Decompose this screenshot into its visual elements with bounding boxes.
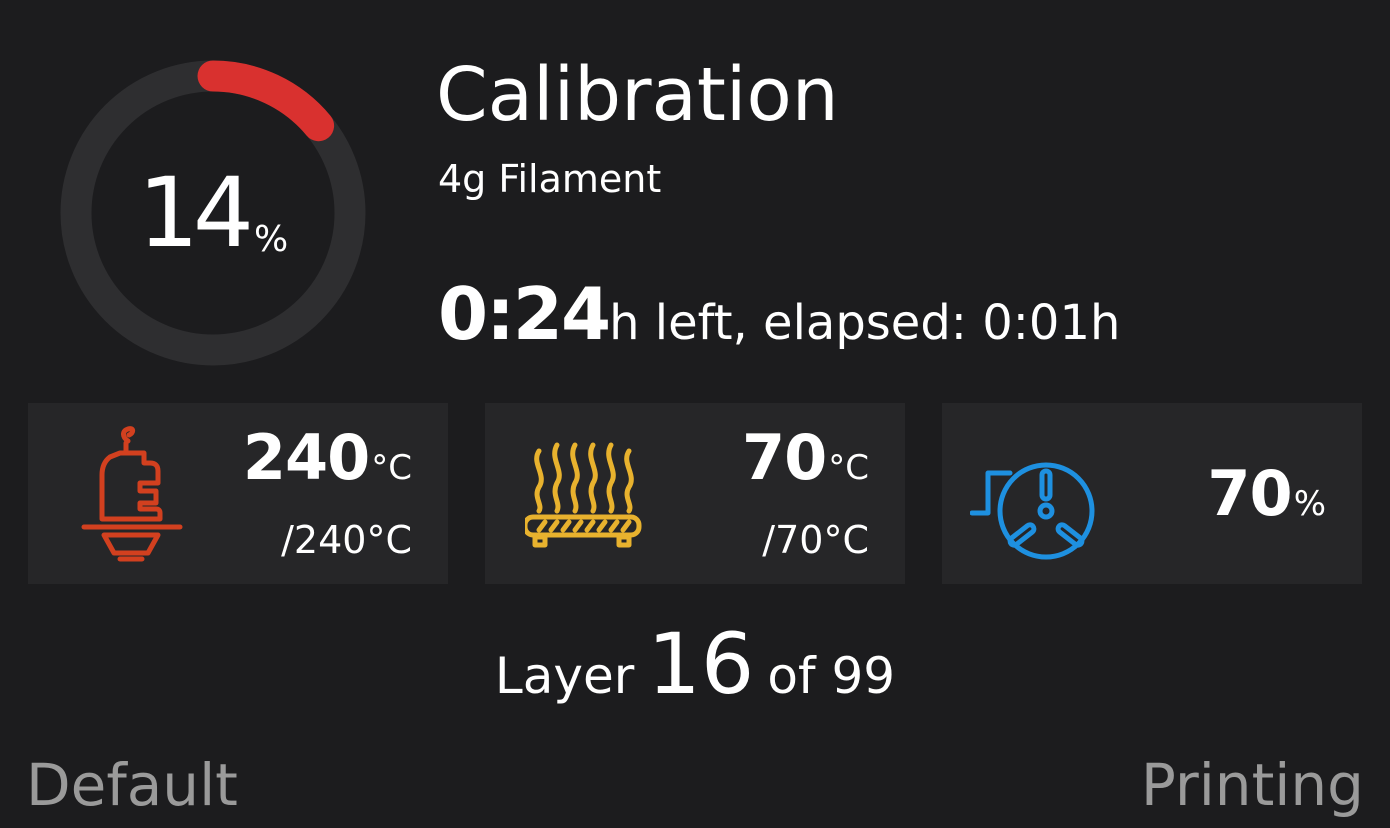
layer-current: 16 — [647, 615, 755, 713]
nozzle-temperature-card[interactable]: 240 °C /240°C — [28, 403, 448, 584]
fan-speed-card[interactable]: 70 % — [942, 403, 1362, 584]
progress-value: 14 — [137, 157, 254, 269]
bed-temp-value: 70 — [741, 421, 827, 494]
time-left-value: 0:24 — [438, 272, 611, 356]
layer-total: of 99 — [767, 647, 896, 705]
fan-speed: 70 % — [1207, 463, 1326, 525]
layer-label: Layer — [494, 647, 635, 705]
progress-unit: % — [253, 219, 289, 260]
profile-name[interactable]: Default — [26, 756, 238, 814]
nozzle-current-temp: 240 °C — [243, 427, 412, 489]
heatbed-icon — [522, 423, 665, 563]
progress-ring: 14 % — [58, 58, 368, 368]
printer-status: Printing — [1140, 751, 1364, 819]
nozzle-temp-unit: °C — [371, 448, 412, 488]
layer-progress: Layer 16 of 99 — [0, 622, 1390, 706]
bed-temperature-card[interactable]: 70 °C /70°C — [485, 403, 905, 584]
time-remaining: 0:24 h left, elapsed: 0:01h — [438, 278, 1120, 350]
nozzle-icon — [68, 423, 208, 563]
time-left-label: h left, elapsed: 0:01h — [609, 295, 1121, 351]
bed-current-temp: 70 °C — [742, 427, 869, 489]
job-title: Calibration — [436, 52, 839, 138]
fan-icon — [969, 423, 1110, 563]
fan-speed-value: 70 — [1207, 457, 1292, 530]
progress-readout: 14 % — [58, 58, 368, 368]
nozzle-temp-value: 240 — [242, 421, 370, 494]
bed-target-temp: /70°C — [762, 518, 869, 562]
bed-temp-unit: °C — [828, 448, 869, 488]
fan-speed-unit: % — [1293, 484, 1326, 524]
filament-usage: 4g Filament — [438, 157, 662, 201]
nozzle-target-temp: /240°C — [281, 518, 412, 562]
